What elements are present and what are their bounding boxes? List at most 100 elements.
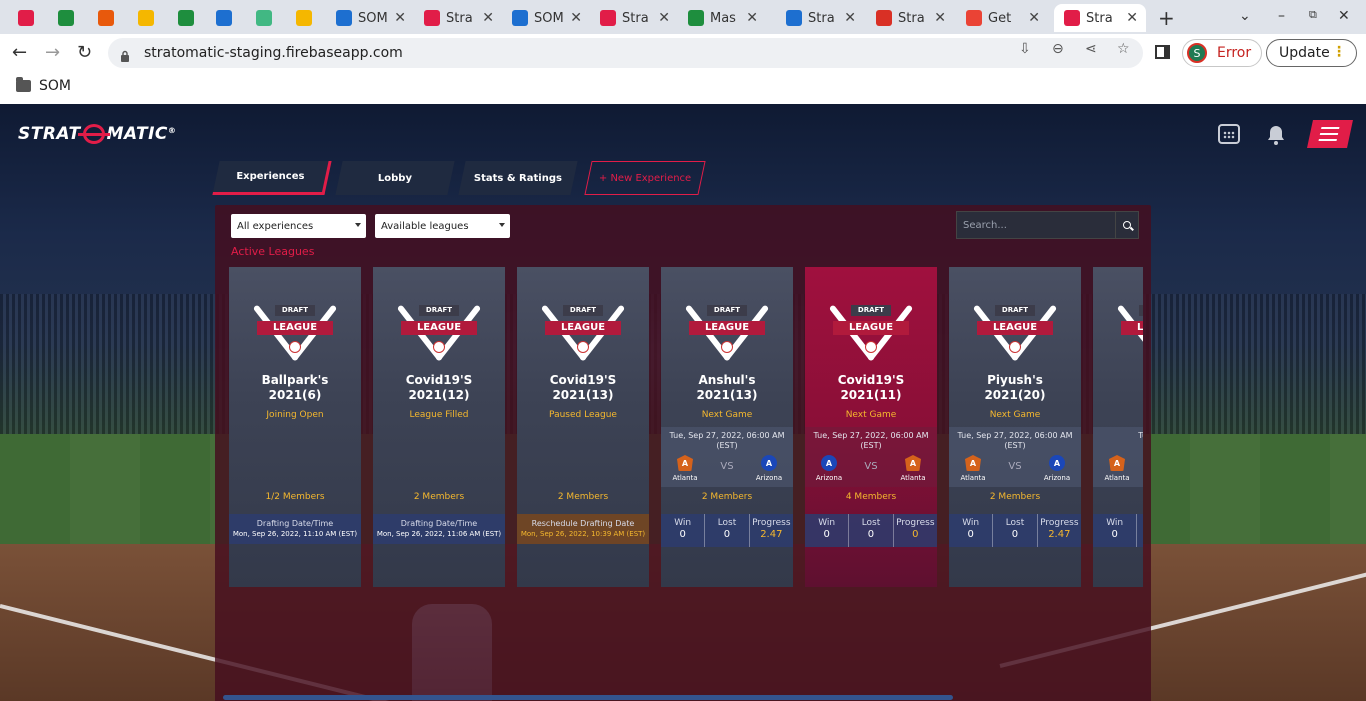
league-name: Covid19'S 2021(11) <box>805 373 937 403</box>
browser-tab[interactable] <box>168 4 208 32</box>
browser-tab[interactable] <box>206 4 246 32</box>
horizontal-scrollbar[interactable] <box>223 695 953 700</box>
next-game-box: Tue, Sep 2 A Atlanta <box>1093 427 1143 487</box>
more-menu-icon[interactable]: ⋮ <box>1332 44 1346 60</box>
versus-label: VS <box>1008 461 1022 472</box>
browser-tab[interactable] <box>88 4 128 32</box>
browser-tab[interactable] <box>8 4 48 32</box>
browser-tab[interactable]: Stra ✕ <box>866 4 954 32</box>
lost-label: Lost <box>717 518 737 528</box>
browser-tab[interactable]: Stra ✕ <box>776 4 864 32</box>
team-logo-icon: A <box>761 455 777 471</box>
new-tab-button[interactable]: + <box>1158 6 1175 30</box>
close-tab-icon[interactable]: ✕ <box>1126 10 1138 26</box>
minimize-icon[interactable]: – <box>1278 8 1285 24</box>
close-window-icon[interactable]: ✕ <box>1338 8 1350 24</box>
install-app-icon[interactable]: ⇩ <box>1019 41 1031 57</box>
browser-tab[interactable]: SOM ✕ <box>502 4 590 32</box>
close-tab-icon[interactable]: ✕ <box>570 10 582 26</box>
share-icon[interactable]: ⋖ <box>1085 41 1097 57</box>
next-game-box: Tue, Sep 27, 2022, 06:00 AM (EST) A Atlanta… <box>949 427 1081 487</box>
bookmark-folder-som[interactable]: SOM <box>16 77 71 94</box>
tab-search-icon[interactable]: ⌄ <box>1239 8 1251 24</box>
league-card[interactable]: DRAFT LEAGUE P2 Ne Tue, Sep 2 A Atlanta 2 M Win0… <box>1093 267 1143 587</box>
progress-value: 2.47 <box>760 529 783 540</box>
back-icon[interactable]: ← <box>12 42 27 63</box>
stratomatic-logo[interactable]: STRAT MATIC ® <box>18 124 176 144</box>
browser-tab[interactable]: Get ✕ <box>956 4 1048 32</box>
bookmark-star-icon[interactable]: ☆ <box>1117 41 1130 57</box>
close-tab-icon[interactable]: ✕ <box>658 10 670 26</box>
draft-league-badge-icon: DRAFT LEAGUE <box>252 295 338 365</box>
sketch-icon <box>138 10 154 26</box>
close-tab-icon[interactable]: ✕ <box>1028 10 1040 26</box>
members-count: 2 Members <box>557 492 609 502</box>
league-card[interactable]: DRAFT LEAGUE Anshul's 2021(13) Next Game Tue,… <box>661 267 793 587</box>
leagues-filter-value: Available leagues <box>381 220 469 232</box>
win-value: 0 <box>679 529 686 540</box>
league-status: Next Game <box>845 410 897 420</box>
close-tab-icon[interactable]: ✕ <box>844 10 856 26</box>
search-input[interactable]: Search... <box>956 211 1116 239</box>
lost-label: Lost <box>861 518 881 528</box>
baseball-icon <box>433 341 445 353</box>
next-game-date: Tue, Sep 27, 2022, 06:00 AM (EST) <box>805 431 937 451</box>
new-experience-label: + New Experience <box>598 172 692 184</box>
reload-icon[interactable]: ↻ <box>77 42 92 63</box>
browser-tab[interactable] <box>128 4 168 32</box>
update-label: Update <box>1279 45 1330 61</box>
experiences-filter-select[interactable]: All experiences <box>231 214 366 238</box>
logo-text-left: STRAT <box>18 124 81 144</box>
browser-tab[interactable]: Mas ✕ <box>678 4 766 32</box>
close-tab-icon[interactable]: ✕ <box>482 10 494 26</box>
league-card[interactable]: DRAFT LEAGUE Piyush's 2021(20) Next Game Tue,… <box>949 267 1081 587</box>
win-value: 0 <box>823 529 830 540</box>
browser-tab[interactable] <box>246 4 286 32</box>
league-card[interactable]: DRAFT LEAGUE Ballpark's 2021(6) Joining Open… <box>229 267 361 587</box>
maximize-icon[interactable]: ⧉ <box>1309 8 1317 22</box>
draft-league-badge-icon: DRAFT LEAGUE <box>540 295 626 365</box>
browser-tab[interactable]: SOM ✕ <box>326 4 414 32</box>
progress-label: Progress <box>896 518 935 528</box>
team-home: A Atlanta <box>953 455 993 482</box>
forward-icon[interactable]: → <box>45 42 60 63</box>
tab-stats-ratings[interactable]: Stats & Ratings <box>458 161 578 195</box>
lost-value: 0 <box>867 529 875 540</box>
drafting-date-value: Mon, Sep 26, 2022, 11:10 AM (EST) <box>232 530 358 538</box>
browser-tab[interactable]: Stra ✕ <box>414 4 502 32</box>
close-tab-icon[interactable]: ✕ <box>394 10 406 26</box>
drafting-date-box: Drafting Date/Time Mon, Sep 26, 2022, 11:… <box>229 514 361 544</box>
tab-lobby[interactable]: Lobby <box>335 161 455 195</box>
update-button[interactable]: Update ⋮ <box>1266 39 1357 67</box>
league-card[interactable]: DRAFT LEAGUE Covid19'S 2021(11) Next Game Tue… <box>805 267 937 587</box>
address-bar[interactable]: stratomatic-staging.firebaseapp.com <box>108 38 1143 68</box>
browser-tab[interactable] <box>48 4 88 32</box>
side-panel-icon[interactable] <box>1155 45 1170 59</box>
logo-text-right: MATIC <box>106 124 168 144</box>
lost-value: 0 <box>1011 529 1019 540</box>
game-timezone: (EST) <box>860 441 882 450</box>
zoom-icon[interactable]: ⊖ <box>1052 41 1064 57</box>
hamburger-menu-icon[interactable] <box>1307 120 1353 148</box>
team-home-name: Atlanta <box>1104 474 1130 482</box>
notification-bell-icon[interactable] <box>1265 124 1287 146</box>
draft-league-badge-icon: DRAFT LEAGUE <box>828 295 914 365</box>
game-date: Tue, Sep 27, 2022, 06:00 AM <box>669 431 785 440</box>
tab-experiences[interactable]: Experiences <box>212 161 332 195</box>
browser-tab[interactable]: Stra ✕ <box>1054 4 1146 32</box>
win-value: 0 <box>1111 529 1118 540</box>
calendar-icon[interactable] <box>1218 124 1240 144</box>
browser-tab[interactable]: Stra ✕ <box>590 4 678 32</box>
search-button[interactable] <box>1115 211 1139 239</box>
leagues-filter-select[interactable]: Available leagues <box>375 214 510 238</box>
new-experience-button[interactable]: + New Experience <box>584 161 706 195</box>
browser-tab[interactable] <box>286 4 326 32</box>
profile-button[interactable]: S Error <box>1182 39 1262 67</box>
browser-tab-title: SOM <box>534 10 564 26</box>
close-tab-icon[interactable]: ✕ <box>934 10 946 26</box>
strat-icon <box>424 10 440 26</box>
league-card[interactable]: DRAFT LEAGUE Covid19'S 2021(13) Paused Leagu… <box>517 267 649 587</box>
league-card[interactable]: DRAFT LEAGUE Covid19'S 2021(12) League Fille… <box>373 267 505 587</box>
stratomatic-app: STRAT MATIC ® Experiences Lobby Stats & … <box>0 104 1366 701</box>
close-tab-icon[interactable]: ✕ <box>746 10 758 26</box>
